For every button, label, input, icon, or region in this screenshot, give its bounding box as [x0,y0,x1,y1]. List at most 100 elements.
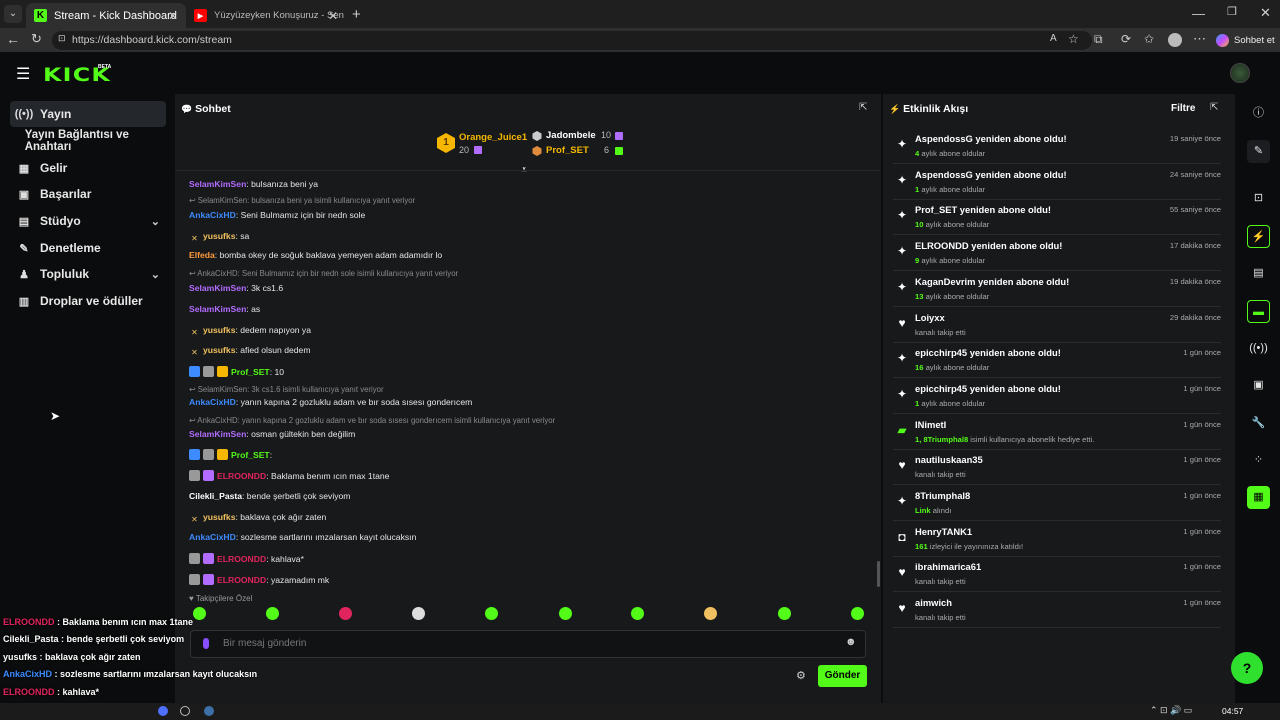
close-window-icon[interactable]: ✕ [1260,5,1271,21]
wrench-icon[interactable]: 🔧 [1247,412,1270,435]
chat-username[interactable]: yusufks [203,512,235,522]
sidebar-item-achievements[interactable]: ▣ Başarılar [10,181,166,207]
back-icon[interactable]: ← [6,31,20,47]
activity-item[interactable]: ✦ epicchirp45 yeniden abone oldu! 1 aylık … [893,380,1221,414]
activity-item[interactable]: ▰ INimetI 1, 8Triumphal8 isimli kullanıcıy… [893,416,1221,450]
chat-username[interactable]: SelamKimSen [189,283,246,293]
steam-app-icon[interactable] [204,706,214,716]
chat-username[interactable]: yusufks [203,325,235,335]
activity-item[interactable]: ✦ AspendossG yeniden abone oldu! 4 aylık a… [893,130,1221,164]
close-tab-icon[interactable]: ✕ [168,9,178,23]
activity-item[interactable]: ✦ Prof_SET yeniden abone oldu! 10 aylık ab… [893,201,1221,236]
close-tab-icon[interactable]: ✕ [328,9,338,23]
chat-username[interactable]: Cilekli_Pasta [189,491,242,501]
emote-icon[interactable] [266,607,279,620]
sidebar-item-broadcast[interactable]: ((•)) Yayın [10,101,166,127]
extensions-icon[interactable]: ⧉ [1094,32,1103,47]
chat-scrollbar[interactable] [877,561,880,587]
chat-username[interactable]: ELROONDD [217,554,266,564]
taskbar-clock[interactable]: 04:57 [1222,706,1243,716]
activity-item[interactable]: ♥ nautiluskaan35 kanalı takip etti 1 gün ön… [893,451,1221,486]
notes-icon[interactable]: ▤ [1247,262,1270,285]
emote-icon[interactable] [704,607,717,620]
sidebar-item-revenue[interactable]: ▦ Gelir [10,155,166,181]
more-options-icon[interactable]: ⋯ [1193,31,1206,47]
lock-icon[interactable]: ⊡ [58,33,66,44]
chat-username[interactable]: SelamKimSen [189,304,246,314]
emoji-icon[interactable]: ☻ [845,636,857,648]
edit-pencil-icon[interactable]: ✎ [1247,140,1270,163]
new-tab-icon[interactable]: + [352,6,361,23]
favorite-star-icon[interactable]: ☆ [1068,32,1079,46]
chat-username[interactable]: SelamKimSen [189,429,246,439]
chat-message-input[interactable]: Bir mesaj gönderin [190,630,866,658]
broadcast-status-icon[interactable]: ((•)) [1247,337,1270,360]
activity-item[interactable]: ♥ aimwich kanalı takip etti 1 gün önce [893,594,1221,629]
sidebar-item-moderation[interactable]: ✎ Denetleme [10,235,166,261]
emote-icon[interactable] [339,607,352,620]
leader-2-name[interactable]: Jadombele [546,130,596,141]
leader-1-name[interactable]: Orange_Juice1 [459,132,527,143]
chat-settings-gear-icon[interactable]: ⚙ [796,669,806,682]
copilot-button[interactable]: Sohbet et [1216,32,1275,48]
chat-username[interactable]: ELROONDD [217,471,266,481]
activity-item[interactable]: ✦ KaganDevrim yeniden abone oldu! 13 aylık… [893,273,1221,307]
circle-app-icon[interactable] [180,706,190,716]
emote-icon[interactable] [193,607,206,620]
restore-icon[interactable]: ❐ [1227,5,1237,18]
tab-youtube[interactable]: ▶ Yüzyüzeyken Konuşuruz - Sen ✕ [186,3,346,28]
reload-icon[interactable]: ↻ [31,31,42,47]
filter-button[interactable]: Filtre [1171,103,1195,114]
activity-feed-toggle-icon[interactable]: ⚡ [1247,225,1270,248]
activity-item[interactable]: ♥ Loiyxx kanalı takip etti 29 dakika önce [893,309,1221,343]
emote-icon[interactable] [631,607,644,620]
send-button[interactable]: Gönder [818,665,867,687]
emote-icon[interactable] [559,607,572,620]
chat-username[interactable]: AnkaCixHD [189,397,236,407]
sidebar-item-studio[interactable]: ▤ Stüdyo ⌄ [10,208,166,234]
chat-username[interactable]: AnkaCixHD [189,210,236,220]
emote-icon[interactable] [485,607,498,620]
user-avatar[interactable] [1230,63,1250,83]
tab-list-icon[interactable]: ⌄ [4,5,22,23]
leader-3-name[interactable]: Prof_SET [546,145,589,156]
chat-username[interactable]: Prof_SET [231,450,270,460]
emote-icon[interactable] [851,607,864,620]
activity-item[interactable]: ✦ ELROONDD yeniden abone oldu! 9 aylık abo… [893,237,1221,272]
sidebar-item-drops[interactable]: ▥ Droplar ve ödüller [10,288,166,314]
info-icon[interactable]: ⓘ [1247,102,1270,125]
popout-icon[interactable]: ⇱ [1210,102,1218,113]
help-chat-bubble-icon[interactable]: ? [1231,652,1263,684]
chat-username[interactable]: yusufks [203,345,235,355]
chat-username[interactable]: yusufks [203,231,235,241]
activity-item[interactable]: ✦ AspendossG yeniden abone oldu! 1 aylık a… [893,166,1221,200]
emote-icon[interactable] [412,607,425,620]
sidebar-item-community[interactable]: ♟ Topluluk ⌄ [10,261,166,287]
url-field[interactable]: https://dashboard.kick.com/stream [52,31,1092,50]
chat-username[interactable]: AnkaCixHD [189,532,236,542]
chat-toggle-icon[interactable]: ▬ [1247,300,1270,323]
hamburger-menu-icon[interactable]: ☰ [16,64,30,84]
tab-kick-dashboard[interactable]: K Stream - Kick Dashboard ✕ [26,3,186,28]
emote-icon[interactable] [778,607,791,620]
activity-item[interactable]: ✦ epicchirp45 yeniden abone oldu! 16 aylık… [893,344,1221,379]
layout-icon[interactable]: ▣ [1247,374,1270,397]
collections-icon[interactable]: ⟳ [1121,32,1131,46]
chat-username[interactable]: ELROONDD [217,575,266,585]
activity-item[interactable]: ✦ 8Triumphal8 Link alındı 1 gün önce [893,487,1221,521]
share-icon[interactable]: ⁘ [1247,449,1270,472]
popout-icon[interactable]: ⇱ [859,102,867,113]
chat-username[interactable]: Elfeda [189,250,215,260]
activity-item[interactable]: ♥ ibrahimarica61 kanalı takip etti 1 gün ön… [893,558,1221,593]
chat-username[interactable]: Prof_SET [231,367,270,377]
chrome-app-icon[interactable] [158,706,168,716]
chat-username[interactable]: SelamKimSen [189,179,246,189]
read-aloud-icon[interactable]: A [1050,33,1057,44]
activity-item[interactable]: ◘ HenryTANK1 161 izleyici ile yayınınıza k… [893,523,1221,557]
screen-capture-icon[interactable]: ⊡ [1247,187,1270,210]
sidebar-item-stream-key[interactable]: Yayın Bağlantısı ve Anahtarı [10,128,166,154]
favorites-icon[interactable]: ✩ [1144,32,1154,46]
clip-icon[interactable]: ▦ [1247,486,1270,509]
minimize-icon[interactable]: — [1192,6,1205,21]
profile-avatar-icon[interactable] [1168,33,1182,47]
